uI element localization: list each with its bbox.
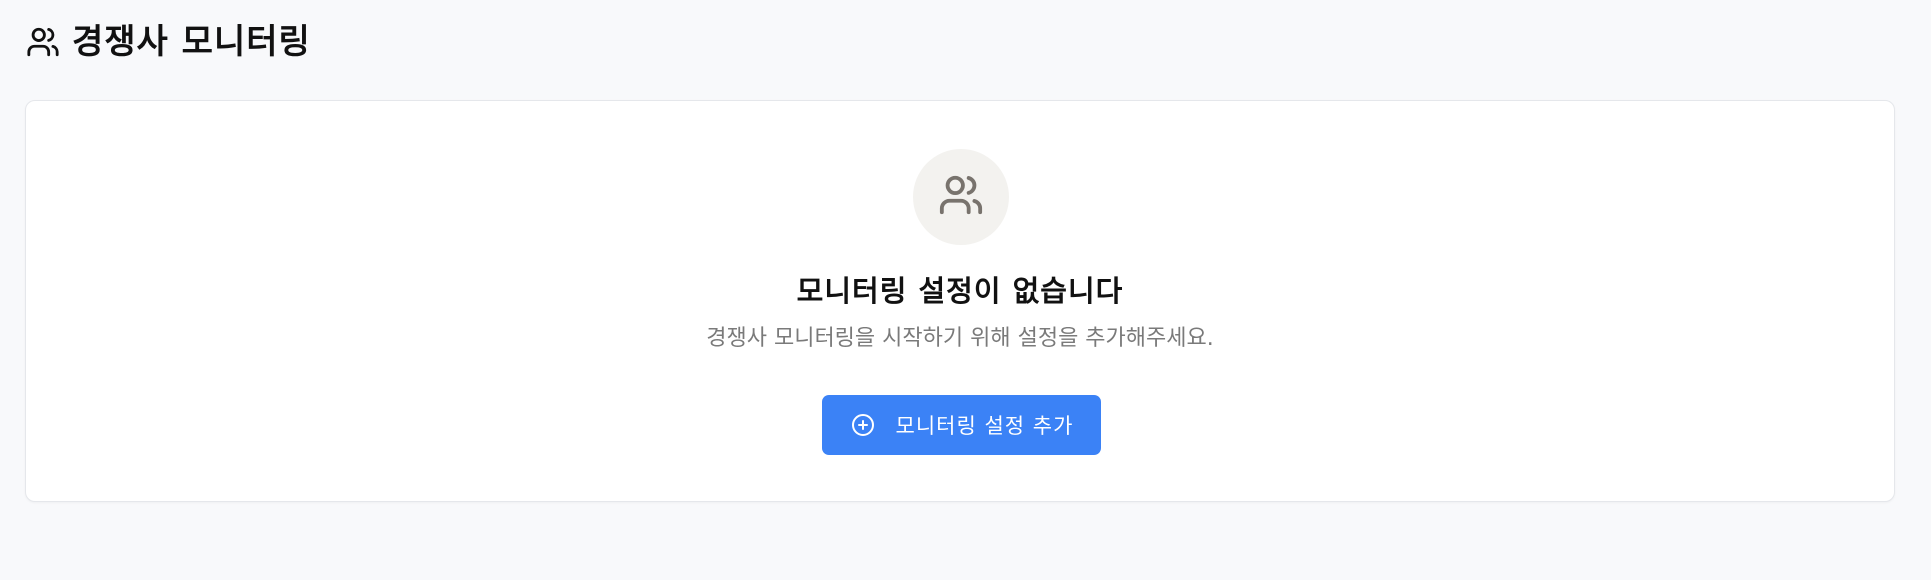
page-title: 경쟁사 모니터링 <box>72 22 311 62</box>
users-icon <box>26 25 60 59</box>
plus-circle-icon <box>850 412 876 438</box>
empty-state-description: 경쟁사 모니터링을 시작하기 위해 설정을 추가해주세요. <box>706 326 1214 351</box>
empty-state: 모니터링 설정이 없습니다 경쟁사 모니터링을 시작하기 위해 설정을 추가해주… <box>26 101 1894 501</box>
empty-state-icon-circle <box>913 149 1009 245</box>
empty-state-card: 모니터링 설정이 없습니다 경쟁사 모니터링을 시작하기 위해 설정을 추가해주… <box>25 100 1895 502</box>
empty-state-title: 모니터링 설정이 없습니다 <box>796 274 1124 308</box>
add-monitoring-setting-button[interactable]: 모니터링 설정 추가 <box>822 395 1101 455</box>
page-header: 경쟁사 모니터링 <box>26 18 311 66</box>
add-monitoring-setting-button-label: 모니터링 설정 추가 <box>895 414 1074 438</box>
users-icon <box>938 172 984 222</box>
